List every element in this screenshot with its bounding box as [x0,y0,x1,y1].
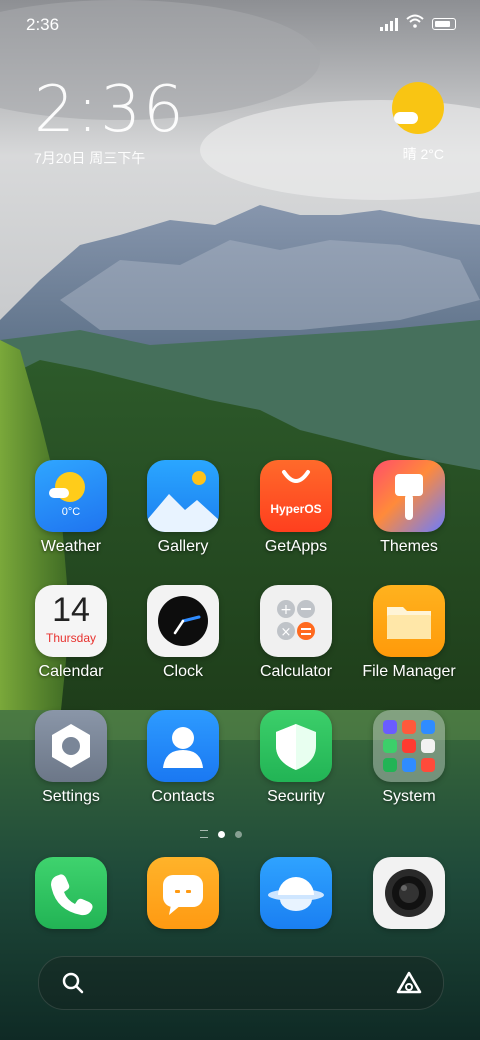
calendar-weekday: Thursday [45,631,97,645]
app-label: Gallery [157,538,209,555]
app-settings[interactable]: Settings [16,710,126,806]
browser-icon [260,857,332,929]
clock-widget[interactable]: 2:36 7月20日 周三下午 [34,78,186,168]
clock-icon [147,585,219,657]
page-dot [235,830,242,838]
settings-icon [35,710,107,782]
calendar-icon: 14 Thursday [35,585,107,657]
svg-text:×: × [281,625,292,640]
contacts-icon [147,710,219,782]
hyperos-text: HyperOS [270,502,322,516]
app-security[interactable]: Security [241,710,351,806]
security-icon [260,710,332,782]
calculator-icon: + × [260,585,332,657]
svg-text:+: + [280,602,292,618]
app-label: Security [267,788,325,805]
weather-widget[interactable]: 晴 2°C [392,82,444,164]
page-dot-active [218,830,225,838]
assistant-icon[interactable] [395,970,423,1001]
weather-widget-condition: 晴 2°C [402,146,444,162]
themes-icon [373,460,445,532]
app-label: System [382,788,436,805]
search-bar[interactable] [38,956,444,1010]
weather-icon: 0°C [35,460,107,532]
file-manager-icon [373,585,445,657]
app-getapps[interactable]: HyperOS GetApps [241,460,351,556]
dock-browser[interactable] [241,857,351,929]
app-label: Themes [380,538,438,555]
app-label: Weather [40,538,102,555]
calendar-day: 14 [52,591,90,629]
app-label: Settings [42,788,100,805]
status-icons [380,14,456,33]
status-bar: 2:36 [0,0,480,50]
app-contacts[interactable]: Contacts [128,710,238,806]
messages-icon [147,857,219,929]
app-themes[interactable]: Themes [354,460,464,556]
phone-icon [35,857,107,929]
app-label: Calculator [259,663,333,680]
folder-icon [373,710,445,782]
search-icon[interactable] [61,971,85,1000]
app-label: File Manager [362,663,456,680]
camera-icon [373,857,445,929]
getapps-icon: HyperOS [260,460,332,532]
signal-icon [380,17,398,31]
app-label: Calendar [38,663,104,680]
clock-widget-date: 7月20日 周三下午 [34,150,146,166]
app-folder-system[interactable]: System [354,710,464,806]
app-label: Contacts [151,788,215,805]
weather-temp-badge: 0°C [61,506,81,518]
battery-icon [432,17,456,30]
dock-phone[interactable] [16,857,126,929]
status-time: 2:36 [26,15,60,34]
wifi-icon [406,14,424,33]
page-indicator[interactable] [200,830,242,838]
dock-messages[interactable] [128,857,238,929]
sunny-icon [392,82,444,134]
dock-camera[interactable] [354,857,464,929]
app-gallery[interactable]: Gallery [128,460,238,556]
app-clock[interactable]: Clock [128,585,238,681]
app-label: Clock [162,663,203,680]
page-list-icon [200,830,208,838]
app-label: GetApps [264,538,328,555]
app-file-manager[interactable]: File Manager [354,585,464,681]
app-calculator[interactable]: + × Calculator [241,585,351,681]
app-calendar[interactable]: 14 Thursday Calendar [16,585,126,681]
clock-widget-time: 2:36 [34,73,186,147]
gallery-icon [147,460,219,532]
app-weather[interactable]: 0°C Weather [16,460,126,556]
